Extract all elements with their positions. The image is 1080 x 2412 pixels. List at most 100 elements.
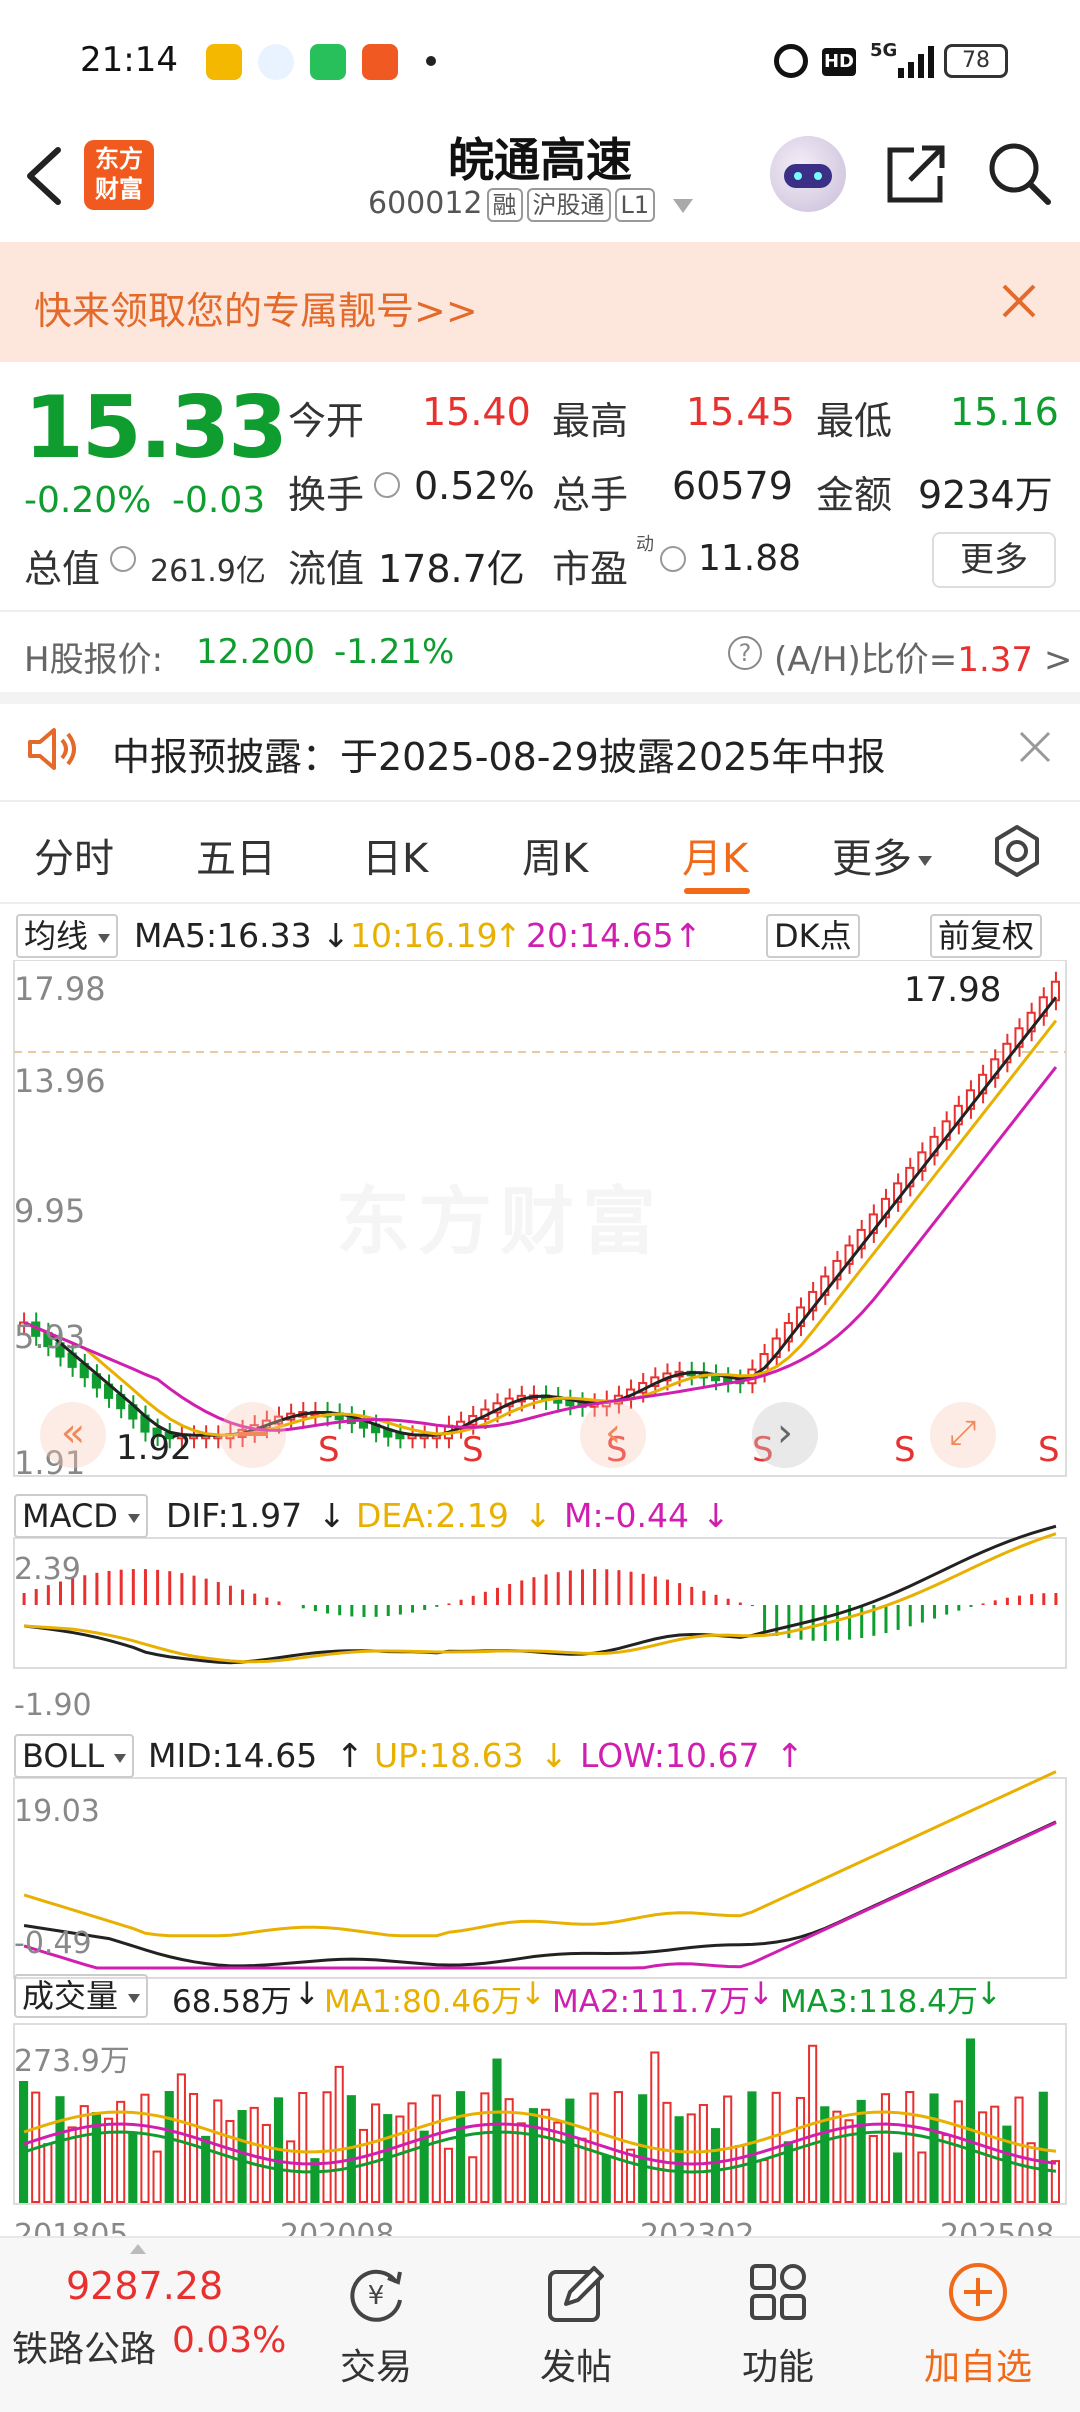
functions-icon[interactable] — [748, 2262, 808, 2322]
pe-label: 市盈 — [552, 547, 629, 591]
app-notification-icon — [206, 44, 242, 80]
volume-bar — [43, 2143, 53, 2204]
volume-bar — [613, 2091, 623, 2204]
volume-value: 60579 — [672, 464, 793, 508]
macd-dea: DEA:2.19 — [356, 1496, 509, 1535]
more-quote-button[interactable]: 更多 — [932, 532, 1056, 588]
stock-code-row[interactable]: 600012 融沪股通 L1 — [368, 186, 693, 222]
volume-bar — [188, 2092, 199, 2204]
battery-icon: 78 — [944, 44, 1008, 78]
signal-icon — [898, 46, 934, 78]
volume-bar — [710, 2128, 721, 2204]
tab-more-label: 更多 — [832, 836, 912, 882]
low-value: 15.16 — [950, 390, 1059, 434]
chart-panel-frame — [13, 1777, 1067, 1979]
chevron-down-icon — [128, 1513, 141, 1523]
turnover-label: 换手 — [288, 473, 365, 517]
volume-bar — [237, 2110, 247, 2204]
close-icon[interactable] — [1000, 282, 1038, 320]
boll-mid: MID:14.65 — [148, 1736, 318, 1775]
volume-selector[interactable]: 成交量 — [14, 1974, 149, 2018]
up-arrow-icon: ↑ — [494, 916, 522, 955]
ah-ratio-label: (A/H)比价= — [774, 640, 958, 680]
info-icon[interactable] — [660, 546, 686, 572]
add-watchlist-icon[interactable] — [946, 2260, 1010, 2324]
amount-value: 9234万 — [918, 473, 1053, 517]
share-icon[interactable] — [884, 140, 948, 206]
sell-signal-mark: S — [894, 1430, 916, 1470]
index-value[interactable]: 9287.28 — [66, 2264, 223, 2308]
volume-bar — [638, 2094, 648, 2203]
volume-bar — [516, 2122, 526, 2203]
tab-five-day[interactable]: 五日 — [196, 826, 276, 884]
volume-bar — [686, 2113, 696, 2204]
mktcap-label: 总值 — [24, 547, 101, 591]
assistant-robot-icon[interactable] — [770, 136, 846, 212]
tab-intraday[interactable]: 分时 — [34, 826, 114, 884]
volume-bar — [905, 2091, 915, 2203]
tab-daily-k[interactable]: 日K — [362, 826, 428, 884]
post-icon[interactable] — [544, 2262, 608, 2326]
volume-bar — [55, 2096, 65, 2204]
volume-bar — [225, 2120, 235, 2203]
fullscreen-icon[interactable]: ⤢ — [930, 1402, 996, 1468]
volume-bar — [443, 2147, 454, 2203]
tag-connect: 沪股通 — [526, 188, 611, 222]
ma-selector-label: 均线 — [24, 917, 89, 955]
trade-icon[interactable]: ¥ — [344, 2262, 408, 2326]
kline-chart-area[interactable] — [0, 960, 1080, 2236]
close-icon[interactable] — [1018, 730, 1052, 764]
status-time: 21:14 — [80, 40, 178, 80]
promo-banner[interactable]: 快来领取您的专属靓号>> — [0, 242, 1080, 362]
macd-selector[interactable]: MACD — [14, 1494, 149, 1538]
ma-selector[interactable]: 均线 — [16, 914, 119, 958]
volume-bar — [1014, 2096, 1024, 2204]
news-notification-icon — [362, 44, 398, 80]
scroll-left-fast-icon[interactable]: « — [40, 1402, 106, 1468]
scroll-right-icon[interactable]: › — [752, 1402, 818, 1468]
bottom-toolbar: 9287.28 铁路公路 0.03% ¥ 交易 发帖 功能 加自选 — [0, 2236, 1080, 2412]
functions-button[interactable]: 功能 — [698, 2338, 858, 2390]
tab-more[interactable]: 更多 — [832, 826, 932, 884]
ma20-value: 20:14.65 — [526, 916, 674, 955]
tab-monthly-k[interactable]: 月K — [682, 826, 748, 884]
add-watchlist-button[interactable]: 加自选 — [898, 2338, 1058, 2390]
scroll-left-icon[interactable]: ‹ — [580, 1402, 646, 1468]
boll-selector[interactable]: BOLL — [14, 1734, 135, 1778]
help-icon[interactable]: ? — [728, 636, 762, 670]
search-icon[interactable] — [986, 140, 1052, 206]
gear-icon[interactable] — [990, 824, 1044, 878]
trade-button[interactable]: 交易 — [296, 2338, 456, 2390]
info-icon[interactable] — [110, 546, 136, 572]
volume-bar — [468, 2156, 478, 2203]
volume-bar — [832, 2110, 842, 2203]
zoom-out-icon[interactable] — [220, 1402, 286, 1468]
down-arrow-icon: ↓ — [748, 1976, 774, 2012]
volume-bar — [322, 2091, 332, 2203]
hshare-label: H股报价: — [24, 640, 164, 680]
down-arrow-icon: ↓ — [976, 1976, 1002, 2012]
info-icon[interactable] — [374, 472, 400, 498]
ah-ratio-row[interactable]: (A/H)比价=1.37 > — [774, 632, 1072, 681]
kline-y-label: 13.96 — [14, 1062, 106, 1100]
post-button[interactable]: 发帖 — [496, 2338, 656, 2390]
volume-bar — [759, 2159, 769, 2203]
alarm-icon — [774, 44, 808, 78]
promo-text[interactable]: 快来领取您的专属靓号>> — [34, 280, 478, 335]
index-name[interactable]: 铁路公路 — [12, 2320, 156, 2372]
volume-bar — [978, 2111, 988, 2203]
macd-y-top: 2.39 — [14, 1552, 81, 1587]
notice-text[interactable]: 中报预披露：于2025-08-29披露2025年中报 — [112, 726, 886, 781]
stock-code: 600012 — [368, 186, 483, 221]
volume-ma3: MA3:118.4万 — [780, 1984, 978, 2020]
dk-point-button[interactable]: DK点 — [766, 914, 860, 958]
chevron-down-icon — [98, 933, 111, 943]
volume-ma2: MA2:111.7万 — [552, 1984, 750, 2020]
index-change[interactable]: 0.03% — [172, 2320, 286, 2361]
volume-bar — [929, 2093, 939, 2203]
price-adjust-button[interactable]: 前复权 — [930, 914, 1043, 958]
tab-weekly-k[interactable]: 周K — [522, 826, 588, 884]
volume-bar — [795, 2096, 806, 2203]
chevron-up-icon[interactable] — [130, 2244, 146, 2254]
dk-point-label: DK点 — [766, 914, 860, 958]
